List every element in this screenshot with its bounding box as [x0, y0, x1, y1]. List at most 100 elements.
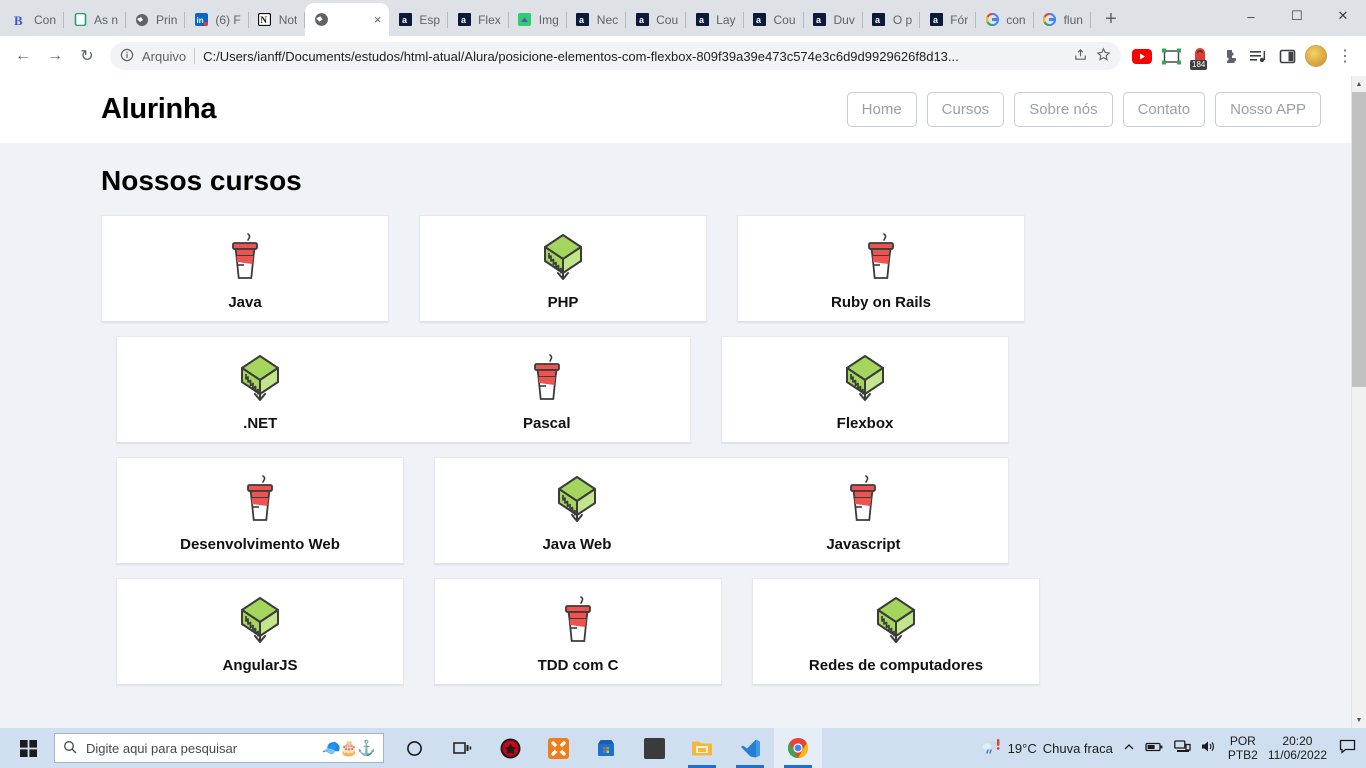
browser-tab[interactable]: As n	[64, 3, 127, 36]
xampp-icon[interactable]	[534, 728, 582, 768]
chrome-menu-button[interactable]: ⋮	[1332, 43, 1358, 69]
browser-tab[interactable]: Prin	[126, 3, 186, 36]
file-explorer-icon[interactable]	[678, 728, 726, 768]
window-controls: – ☐ ✕	[1228, 0, 1366, 32]
alura-icon: a	[575, 12, 591, 28]
minimize-button[interactable]: –	[1228, 0, 1274, 32]
new-tab-button[interactable]: +	[1097, 5, 1125, 33]
browser-tab[interactable]: a Flex	[448, 3, 509, 36]
info-icon[interactable]	[120, 48, 134, 65]
nav-item-contato[interactable]: Contato	[1122, 92, 1206, 127]
course-item[interactable]: TDD com C	[435, 591, 721, 674]
course-item[interactable]: Redes de computadores	[753, 591, 1039, 674]
nav-item-nosso-app[interactable]: Nosso APP	[1215, 92, 1321, 127]
course-card[interactable]: Java Web Javascript	[434, 457, 1009, 564]
browser-tab[interactable]: a Fór	[920, 3, 977, 36]
course-item[interactable]: .NET	[117, 349, 404, 432]
maximize-button[interactable]: ☐	[1274, 0, 1320, 32]
microsoft-store-icon[interactable]	[582, 728, 630, 768]
nav-item-cursos[interactable]: Cursos	[926, 92, 1005, 127]
alura-icon: a	[694, 12, 710, 28]
browser-tab[interactable]: Img	[509, 3, 567, 36]
weather-widget[interactable]: 19°C Chuva fraca	[982, 738, 1113, 758]
course-card[interactable]: AngularJS	[116, 578, 404, 685]
course-item[interactable]: AngularJS	[117, 591, 403, 674]
course-card[interactable]: PHP	[419, 215, 707, 322]
course-name: Desenvolvimento Web	[180, 536, 340, 553]
course-card[interactable]: Desenvolvimento Web	[116, 457, 404, 564]
course-card[interactable]: Flexbox	[721, 336, 1009, 443]
avatar[interactable]	[1303, 43, 1329, 69]
browser-tab[interactable]: flun	[1034, 3, 1091, 36]
close-icon[interactable]: ×	[374, 12, 382, 27]
backpack-icon[interactable]: 184	[1187, 43, 1213, 70]
nav-item-home[interactable]: Home	[846, 92, 917, 127]
url-text[interactable]: C:/Users/ianff/Documents/estudos/html-at…	[203, 49, 1065, 64]
tab-title: flun	[1063, 12, 1083, 27]
browser-tab[interactable]: a Cou	[744, 3, 804, 36]
browser-tab[interactable]: a Duv	[804, 3, 863, 36]
language-indicator[interactable]: POR PTB2	[1228, 734, 1258, 762]
windows-logo-icon[interactable]	[4, 728, 52, 768]
address-bar[interactable]: Arquivo C:/Users/ianff/Documents/estudos…	[110, 42, 1121, 70]
course-card[interactable]: .NET Pascal	[116, 336, 691, 443]
scroll-down-icon[interactable]: ▼	[1352, 712, 1366, 728]
star-icon[interactable]	[1096, 47, 1111, 65]
playlist-music-icon[interactable]	[1245, 43, 1271, 69]
chevron-up-icon[interactable]	[1123, 741, 1135, 756]
course-item[interactable]: Pascal	[404, 349, 691, 432]
course-item[interactable]: PHP	[420, 228, 706, 311]
browser-tab[interactable]: a O p	[863, 3, 921, 36]
course-card[interactable]: Redes de computadores	[752, 578, 1040, 685]
browser-tab[interactable]: B Con	[4, 3, 65, 36]
browser-tab[interactable]: con	[976, 3, 1034, 36]
sublime-text-icon[interactable]	[630, 728, 678, 768]
course-item[interactable]: Javascript	[719, 470, 1008, 553]
course-item[interactable]: Java Web	[435, 470, 719, 553]
browser-tab[interactable]: N Not	[249, 3, 306, 36]
vscode-icon[interactable]	[726, 728, 774, 768]
battery-icon[interactable]	[1145, 741, 1164, 756]
course-item[interactable]: Desenvolvimento Web	[117, 470, 403, 553]
course-name: PHP	[547, 294, 579, 311]
course-item[interactable]: Flexbox	[722, 349, 1008, 432]
browser-tab[interactable]: a Lay	[686, 3, 744, 36]
chrome-icon[interactable]	[774, 728, 822, 768]
browser-tab-active[interactable]: ×	[305, 3, 390, 36]
share-icon[interactable]	[1073, 47, 1088, 65]
course-card[interactable]: TDD com C	[434, 578, 722, 685]
red-circle-app-icon[interactable]	[486, 728, 534, 768]
side-panel-icon[interactable]	[1274, 43, 1300, 69]
screenshot-frame-icon[interactable]	[1158, 43, 1184, 69]
scrollbar-thumb[interactable]	[1351, 92, 1366, 387]
search-input[interactable]: Digite aqui para pesquisar 🧢🎂⚓	[54, 733, 384, 763]
browser-tab[interactable]: a Esp	[389, 3, 448, 36]
notification-icon[interactable]	[1337, 739, 1356, 758]
network-icon[interactable]	[1173, 740, 1191, 756]
google-icon	[1042, 12, 1058, 28]
scroll-up-icon[interactable]: ▲	[1352, 76, 1366, 92]
puzzle-icon[interactable]	[1216, 43, 1242, 69]
green-box-icon	[877, 597, 915, 643]
course-row: Java PHP Ruby on Rails	[101, 215, 1351, 322]
course-card[interactable]: Java	[101, 215, 389, 322]
nav-item-sobre-nos[interactable]: Sobre nós	[1014, 92, 1113, 127]
volume-icon[interactable]	[1201, 740, 1218, 756]
task-view-icon[interactable]	[438, 728, 486, 768]
close-window-button[interactable]: ✕	[1320, 0, 1366, 32]
clock[interactable]: 20:20 11/06/2022	[1268, 734, 1327, 762]
forward-button[interactable]: →	[40, 41, 70, 71]
page-scrollbar[interactable]: ▲ ▼	[1351, 76, 1366, 728]
main-navigation: Home Cursos Sobre nós Contato Nosso APP	[846, 92, 1321, 127]
course-item[interactable]: Ruby on Rails	[738, 228, 1024, 311]
youtube-icon[interactable]	[1129, 43, 1155, 69]
browser-tab[interactable]: in (6) F	[185, 3, 249, 36]
back-button[interactable]: ←	[8, 41, 38, 71]
reload-button[interactable]: ↻	[72, 41, 102, 71]
scrollbar-track[interactable]	[1351, 92, 1366, 712]
browser-tab[interactable]: a Nec	[567, 3, 627, 36]
browser-tab[interactable]: a Cou	[626, 3, 687, 36]
course-card[interactable]: Ruby on Rails	[737, 215, 1025, 322]
cortana-icon[interactable]	[390, 728, 438, 768]
course-item[interactable]: Java	[102, 228, 388, 311]
